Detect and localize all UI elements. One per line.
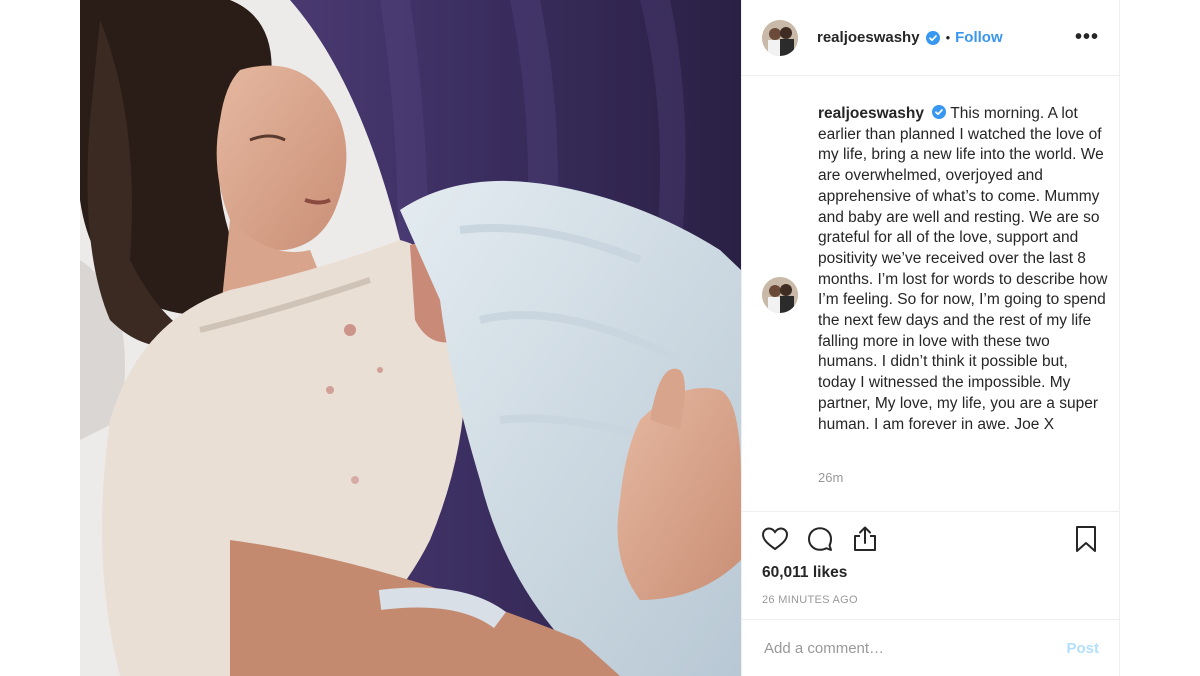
post-photo-illustration (80, 0, 741, 676)
verified-badge-icon (932, 105, 947, 119)
add-comment-bar: Post (742, 619, 1119, 676)
share-icon[interactable] (850, 524, 880, 554)
bookmark-icon[interactable] (1071, 524, 1101, 554)
avatar-image (762, 19, 798, 56)
likes-count[interactable]: 60,011 likes (742, 564, 1119, 582)
post-caption: realjoeswashy This morning. A lot earlie… (818, 104, 1108, 435)
comment-input[interactable] (762, 638, 1067, 658)
heart-icon[interactable] (760, 524, 790, 554)
caption-author-avatar[interactable] (762, 277, 798, 313)
avatar-image (762, 277, 798, 313)
post-header: realjoeswashy • Follow ••• (742, 0, 1119, 76)
author-username[interactable]: realjoeswashy (817, 29, 920, 46)
action-bar (742, 512, 1119, 566)
more-options-icon[interactable]: ••• (1075, 26, 1099, 49)
caption-timestamp[interactable]: 26m (818, 470, 843, 485)
post-photo[interactable] (80, 0, 741, 676)
post-timestamp: 26 MINUTES AGO (762, 594, 858, 606)
post-actions-section: 60,011 likes 26 MINUTES AGO (742, 511, 1119, 606)
caption-username[interactable]: realjoeswashy (818, 105, 924, 122)
post-side-panel: realjoeswashy • Follow ••• realjoeswashy… (741, 0, 1120, 676)
author-avatar[interactable] (762, 19, 798, 56)
caption-text: This morning. A lot earlier than planned… (818, 105, 1108, 433)
header-separator: • (945, 30, 951, 45)
verified-badge-icon (925, 30, 940, 45)
post-comment-button[interactable]: Post (1066, 640, 1099, 657)
comment-icon[interactable] (805, 524, 835, 554)
comments-section: realjoeswashy This morning. A lot earlie… (742, 76, 1119, 510)
instagram-post: realjoeswashy • Follow ••• realjoeswashy… (80, 0, 1120, 676)
follow-button[interactable]: Follow (955, 29, 1003, 46)
